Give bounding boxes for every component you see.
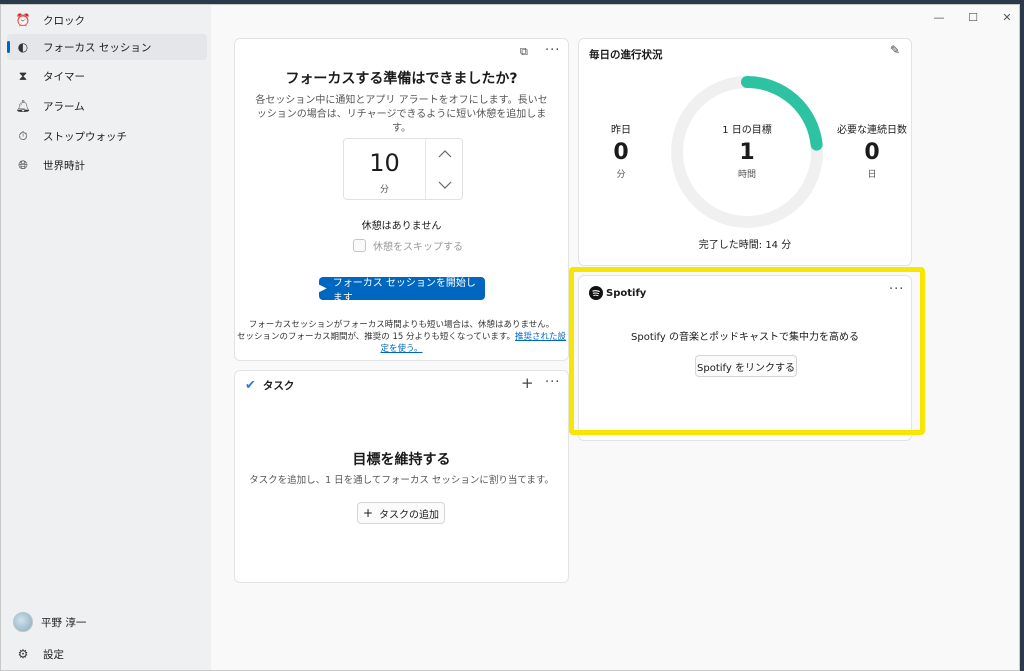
maximize-button[interactable]: ☐ (963, 11, 983, 24)
hourglass-icon: ⧗ (18, 68, 28, 83)
break-text: 休憩はありません (361, 221, 442, 232)
sidebar-item-label: タイマー (43, 70, 85, 83)
play-icon: ▶ (319, 283, 327, 294)
start-button-label: フォーカス セッションを開始します (332, 277, 476, 304)
alarm-clock-icon: ⏰ (15, 13, 31, 27)
sidebar-item-label: ストップウォッチ (43, 130, 127, 143)
sidebar: ⏰ クロック ◐ フォーカス セッション ⧗ タイマー 🔔︎ アラーム ⏱︎ ス… (1, 5, 211, 670)
stopwatch-icon: ⏱︎ (18, 128, 28, 143)
user-name: 平野 淳一 (41, 616, 87, 629)
clock-app-window: ⏰ クロック ◐ フォーカス セッション ⧗ タイマー 🔔︎ アラーム ⏱︎ ス… (0, 4, 1020, 671)
streak-label: 必要な連続日数 (837, 125, 907, 136)
tasks-title: タスク (262, 380, 295, 392)
sidebar-item-stopwatch[interactable]: ⏱︎ ストップウォッチ (7, 123, 207, 149)
highlight-annotation (569, 267, 925, 435)
sidebar-item-alarm[interactable]: 🔔︎ アラーム (7, 93, 207, 119)
note-line-2: セッションのフォーカス期間が、推奨の 15 分よりも短くなっています。推奨された… (235, 331, 568, 355)
avatar (13, 612, 33, 632)
sidebar-item-label: アラーム (43, 100, 85, 113)
tasks-card: ✔ タスク + ··· 目標を維持する タスクを追加し、1 日を通してフォーカス… (234, 370, 569, 583)
active-indicator (7, 41, 10, 53)
user-account-button[interactable]: 平野 淳一 (7, 609, 207, 635)
sidebar-item-clock[interactable]: ⏰ クロック (7, 7, 207, 33)
note-line-2-text: セッションのフォーカス期間が、推奨の 15 分よりも短くなっています。 (236, 332, 516, 342)
tasks-description: タスクを追加し、1 日を通してフォーカス セッションに割り当てます。 (249, 475, 554, 486)
note-line-1: フォーカスセッションがフォーカス時間よりも短い場合は、休憩はありません。 (248, 320, 555, 330)
minutes-unit: 分 (379, 185, 389, 195)
yesterday-unit: 分 (616, 170, 626, 180)
yesterday-label: 昨日 (611, 125, 631, 136)
focus-note: フォーカスセッションがフォーカス時間よりも短い場合は、休憩はありません。 セッシ… (235, 319, 568, 355)
sidebar-item-label: 世界時計 (43, 159, 85, 172)
bell-icon: 🔔︎ (15, 99, 31, 113)
focus-icon: ◐ (17, 40, 29, 54)
tasks-more-options-button[interactable]: ··· (545, 375, 560, 390)
edit-goals-button[interactable]: ✎ (890, 43, 901, 57)
add-task-icon-button[interactable]: + (521, 374, 535, 392)
focus-time-stepper[interactable]: 10 分 (343, 138, 463, 200)
start-focus-session-button[interactable]: ▶ フォーカス セッションを開始します (319, 277, 485, 304)
close-button[interactable]: ✕ (997, 11, 1017, 24)
sidebar-item-world-clock[interactable]: 🌐︎ 世界時計 (7, 152, 207, 178)
skip-break-label: 休憩をスキップする (373, 242, 463, 253)
goal-value: 1 (739, 140, 755, 165)
focus-session-card: ⧉ ··· フォーカスする準備はできましたか? 各セッション中に通知とアプリ ア… (234, 38, 569, 361)
plus-icon: + (521, 374, 535, 392)
focus-title: フォーカスする準備はできましたか? (285, 71, 518, 87)
sidebar-item-timer[interactable]: ⧗ タイマー (7, 63, 207, 89)
skip-break-checkbox[interactable]: 休憩をスキップする (353, 238, 463, 253)
tasks-heading: 目標を維持する (352, 452, 451, 468)
settings-label: 設定 (43, 648, 64, 661)
focus-description: 各セッション中に通知とアプリ アラートをオフにします。長いセッションの場合は、リ… (255, 95, 548, 134)
chevron-up-icon (438, 150, 452, 158)
main-content: — ☐ ✕ ⧉ ··· フォーカスする準備はできましたか? 各セッション中に通知… (211, 5, 1019, 670)
streak-value: 0 (864, 140, 880, 165)
minutes-display: 10 分 (344, 139, 426, 199)
daily-goal-stat: 1 日の目標 1 時間 (707, 121, 787, 180)
pencil-icon: ✎ (890, 43, 902, 57)
todo-check-icon: ✔ (245, 378, 256, 393)
minimize-button[interactable]: — (929, 11, 949, 24)
add-task-label: タスクの追加 (379, 509, 440, 521)
tasks-header: ✔ タスク (245, 378, 294, 393)
settings-button[interactable]: ⚙ 設定 (7, 641, 207, 667)
plus-icon: + (362, 506, 374, 520)
yesterday-value: 0 (613, 140, 629, 165)
streak-unit: 日 (867, 170, 877, 180)
yesterday-stat: 昨日 0 分 (599, 121, 643, 180)
goal-unit: 時間 (737, 170, 756, 180)
sidebar-item-label: フォーカス セッション (43, 41, 152, 54)
compact-view-icon[interactable]: ⧉ (520, 45, 529, 59)
gear-icon: ⚙ (17, 647, 29, 661)
goal-label: 1 日の目標 (722, 125, 772, 136)
add-task-button[interactable]: + タスクの追加 (357, 502, 445, 524)
increase-minutes-button[interactable] (428, 139, 462, 169)
chevron-down-icon (438, 181, 452, 189)
sidebar-item-label: クロック (43, 14, 85, 27)
checkbox-box[interactable] (353, 239, 366, 252)
sidebar-item-focus-session[interactable]: ◐ フォーカス セッション (7, 34, 207, 60)
decrease-minutes-button[interactable] (428, 170, 462, 200)
more-options-button[interactable]: ··· (545, 43, 560, 58)
progress-title: 毎日の進行状況 (589, 49, 663, 61)
streak-stat: 必要な連続日数 0 日 (834, 121, 910, 180)
completed-time: 完了した時間: 14 分 (698, 240, 792, 251)
daily-progress-card: 毎日の進行状況 ✎ 昨日 0 分 1 日の目標 1 時間 必要な連続日数 0 日 (578, 38, 912, 266)
minutes-value: 10 (369, 149, 400, 177)
globe-icon: 🌐︎ (18, 157, 28, 172)
